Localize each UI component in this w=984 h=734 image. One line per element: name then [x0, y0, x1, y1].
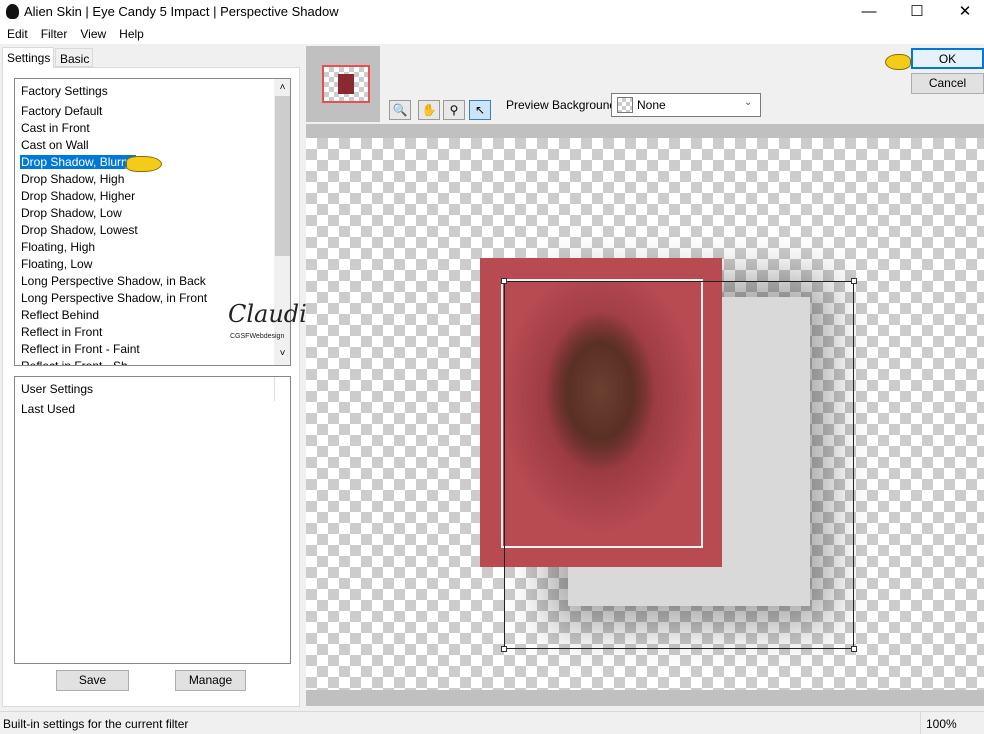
hand-tool-icon[interactable]: ✋ — [418, 100, 440, 120]
navigator-thumbnail[interactable] — [322, 65, 370, 103]
list-item[interactable]: Drop Shadow, Lowest — [15, 222, 290, 239]
save-button[interactable]: Save — [56, 670, 129, 691]
preview-background-select[interactable]: None ⌄ — [611, 93, 761, 117]
pointing-hand-icon — [126, 156, 162, 172]
menu-view[interactable]: View — [73, 24, 112, 41]
scroll-thumb[interactable] — [275, 96, 290, 256]
minimize-button[interactable]: — — [846, 0, 892, 24]
ok-button[interactable]: OK — [911, 48, 984, 69]
list-item-label: Drop Shadow, Higher — [21, 189, 136, 203]
list-item[interactable]: Cast in Front — [15, 120, 290, 137]
list-item[interactable]: Last Used — [15, 401, 290, 418]
zoom-level: 100% — [926, 717, 957, 731]
status-text: Built-in settings for the current filter — [3, 717, 189, 731]
menu-bar: Edit Filter View Help — [0, 24, 984, 44]
list-item-label: Drop Shadow, Lowest — [21, 223, 138, 237]
list-item-label: Factory Default — [21, 104, 103, 118]
list-item-label: Floating, Low — [21, 257, 93, 271]
list-item-label: Reflect Behind — [21, 308, 100, 322]
menu-help[interactable]: Help — [112, 24, 150, 41]
chevron-down-icon: ⌄ — [744, 97, 753, 108]
tab-basic[interactable]: Basic — [55, 48, 93, 67]
resize-handle[interactable] — [501, 278, 507, 284]
list-item[interactable]: Drop Shadow, Higher — [15, 188, 290, 205]
list-item-label: Long Perspective Shadow, in Back — [21, 274, 206, 288]
selection-box[interactable] — [501, 278, 857, 652]
scroll-up-icon[interactable]: ˄ — [274, 79, 290, 96]
list-item-label: Reflect in Front — [21, 325, 103, 339]
maximize-button[interactable]: ☐ — [894, 0, 940, 24]
list-item[interactable]: Floating, Low — [15, 256, 290, 273]
menu-edit[interactable]: Edit — [0, 24, 34, 41]
app-icon — [6, 4, 19, 19]
pointing-hand-icon — [885, 54, 911, 70]
menu-filter[interactable]: Filter — [34, 24, 74, 41]
zoom-tool-icon[interactable]: ⚲ — [443, 100, 465, 120]
list-item-label: Cast in Front — [21, 121, 90, 135]
cancel-button[interactable]: Cancel — [911, 73, 984, 94]
tab-settings[interactable]: Settings — [2, 47, 54, 68]
list-item-label: Floating, High — [21, 240, 96, 254]
list-item-label: Reflect in Front - Faint — [21, 342, 140, 356]
title-bar: Alien Skin | Eye Candy 5 Impact | Perspe… — [0, 0, 984, 24]
list-item[interactable]: Drop Shadow, High — [15, 171, 290, 188]
list-item[interactable]: Factory Default — [15, 103, 290, 120]
user-settings-header: User Settings — [21, 382, 94, 396]
preview-canvas[interactable] — [306, 138, 984, 690]
list-item-label: Drop Shadow, Blurry — [20, 155, 137, 169]
list-item[interactable]: Drop Shadow, Low — [15, 205, 290, 222]
list-item[interactable]: Cast on Wall — [15, 137, 290, 154]
list-item[interactable]: Reflect in Front - Sh — [15, 358, 290, 366]
user-settings-list[interactable]: User Settings Last Used — [14, 376, 291, 664]
watermark-sub: CGSFWebdesign — [230, 333, 285, 340]
preview-background-value: None — [637, 98, 666, 112]
manage-button[interactable]: Manage — [175, 670, 246, 691]
scroll-down-icon[interactable]: ˅ — [274, 348, 290, 365]
factory-settings-header: Factory Settings — [21, 84, 108, 98]
resize-handle[interactable] — [851, 646, 857, 652]
list-item-label: Drop Shadow, Low — [21, 206, 122, 220]
arrow-tool-icon[interactable]: ↖ — [469, 100, 491, 120]
zoom-reset-icon[interactable]: 🔍 — [389, 100, 411, 120]
close-button[interactable]: ✕ — [942, 0, 984, 24]
status-bar: Built-in settings for the current filter… — [0, 711, 984, 734]
preview-background-label: Preview Background: — [506, 98, 620, 112]
list-item[interactable]: Reflect in Front - Faint — [15, 341, 290, 358]
resize-handle[interactable] — [501, 646, 507, 652]
list-item-label: Cast on Wall — [21, 138, 89, 152]
list-item-label: Drop Shadow, High — [21, 172, 125, 186]
window-title: Alien Skin | Eye Candy 5 Impact | Perspe… — [24, 4, 339, 19]
swatch-icon — [617, 97, 633, 113]
list-item[interactable]: Floating, High — [15, 239, 290, 256]
navigator-thumbnail-area — [306, 46, 380, 122]
list-item[interactable]: Long Perspective Shadow, in Back — [15, 273, 290, 290]
list-item-label: Reflect in Front - Sh — [21, 359, 128, 366]
resize-handle[interactable] — [851, 278, 857, 284]
list-item-label: Long Perspective Shadow, in Front — [21, 291, 208, 305]
